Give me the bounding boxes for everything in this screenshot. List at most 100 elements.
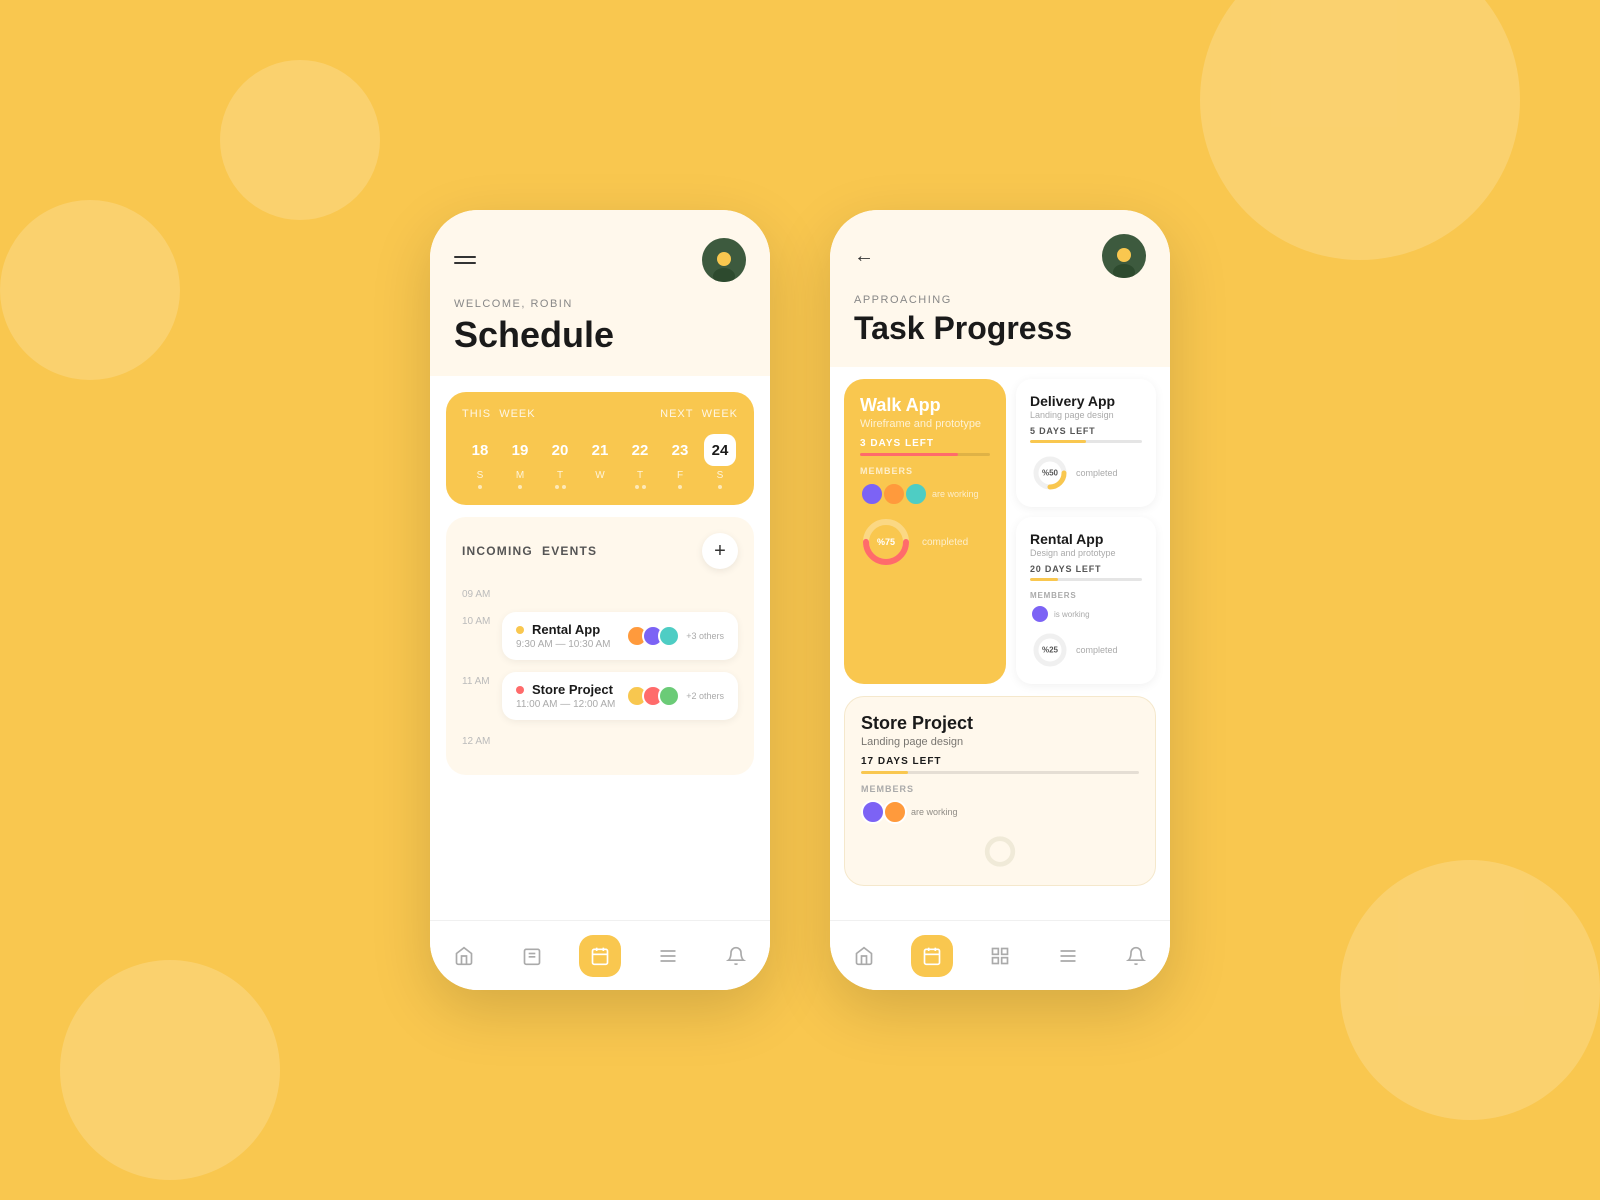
next-week-tab[interactable]: NEXT WEEK (660, 408, 738, 420)
task-nav-grid[interactable] (979, 935, 1021, 977)
week-label-1: WEEK (499, 408, 535, 420)
day-num-20: 20 (544, 434, 576, 466)
task-home-icon (843, 935, 885, 977)
delivery-donut: %50 (1030, 453, 1070, 493)
rental-app-info: Rental App 9:30 AM — 10:30 AM (516, 622, 611, 650)
day-20[interactable]: 20 T (542, 434, 578, 489)
delivery-completed: completed (1076, 468, 1118, 478)
task-user-avatar[interactable] (1102, 234, 1146, 278)
time-12am: 12 AM (462, 732, 502, 747)
store-project-card[interactable]: Store Project Landing page design 17 DAY… (844, 696, 1156, 886)
nav-home[interactable] (443, 935, 485, 977)
hamburger-menu[interactable] (454, 256, 476, 264)
store-project-time: 11:00 AM — 12:00 AM (516, 699, 615, 710)
add-event-button[interactable]: + (702, 533, 738, 569)
walk-member-3 (904, 482, 928, 506)
walk-donut: %75 (860, 516, 912, 568)
store-dot (516, 686, 524, 694)
task-nav-menu[interactable] (1047, 935, 1089, 977)
delivery-progress-bar (1030, 440, 1142, 443)
this-week-tab[interactable]: THIS WEEK (462, 408, 536, 420)
day-dot-22b (642, 485, 646, 489)
day-label-24: S (717, 470, 724, 481)
rental-app-task-card[interactable]: Rental App Design and prototype 20 DAYS … (1016, 517, 1156, 684)
store-partial-donut (861, 834, 1139, 869)
task-progress-title: Task Progress (854, 310, 1146, 347)
rental-app-dot-title: Rental App (516, 622, 611, 637)
nav-list[interactable] (511, 935, 553, 977)
store-project-event[interactable]: Store Project 11:00 AM — 12:00 AM +2 oth… (502, 672, 738, 720)
delivery-progress-fill (1030, 440, 1086, 443)
rental-others: +3 others (686, 631, 724, 641)
rental-completed: completed (1076, 645, 1118, 655)
task-bottom-nav (830, 920, 1170, 990)
nav-calendar[interactable] (579, 935, 621, 977)
user-avatar[interactable] (702, 238, 746, 282)
welcome-text: WELCOME, ROBIN (454, 298, 746, 310)
screens-container: WELCOME, ROBIN Schedule THIS WEEK NEXT W… (430, 210, 1170, 990)
store-others: +2 others (686, 691, 724, 701)
day-23[interactable]: 23 F (662, 434, 698, 489)
walk-app-card[interactable]: Walk App Wireframe and prototype 3 DAYS … (844, 379, 1006, 684)
day-dot-22a (635, 485, 639, 489)
time-slot-09am: 09 AM (462, 585, 738, 600)
store-avatar-3 (658, 685, 680, 707)
time-slot-11am: 11 AM Store Project 11:00 AM — 12:00 AM (462, 672, 738, 720)
delivery-app-card[interactable]: Delivery App Landing page design 5 DAYS … (1016, 379, 1156, 507)
walk-app-members-label: MEMBERS (860, 466, 990, 476)
day-dot-18 (478, 485, 482, 489)
rental-app-event[interactable]: Rental App 9:30 AM — 10:30 AM +3 others (502, 612, 738, 660)
store-working-text: are working (911, 807, 958, 817)
days-row: 18 S 19 M 20 T 2 (462, 434, 738, 489)
store-dot-title: Store Project (516, 682, 615, 697)
store-members-label: MEMBERS (861, 784, 1139, 794)
day-24[interactable]: 24 S (702, 434, 738, 489)
delivery-app-name: Delivery App (1030, 393, 1142, 409)
schedule-top-row (454, 238, 746, 282)
approaching-label: APPROACHING (854, 294, 1146, 306)
time-10am: 10 AM (462, 612, 502, 627)
store-progress-fill (861, 771, 908, 774)
back-button[interactable]: ← (854, 245, 874, 268)
task-top-row: ← (854, 234, 1146, 278)
day-21[interactable]: 21 W (582, 434, 618, 489)
store-project-days: 17 DAYS LEFT (861, 756, 1139, 767)
store-project-task-sub: Landing page design (861, 736, 1139, 748)
rental-app-task-name: Rental App (1030, 531, 1142, 547)
day-19[interactable]: 19 M (502, 434, 538, 489)
rental-donut-row: %25 completed (1030, 630, 1142, 670)
rental-donut-label: %25 (1042, 646, 1058, 655)
store-members-row: are working (861, 800, 1139, 824)
task-nav-bell[interactable] (1115, 935, 1157, 977)
hamburger-line-2 (454, 262, 476, 264)
day-num-23: 23 (664, 434, 696, 466)
nav-bell[interactable] (715, 935, 757, 977)
task-calendar-icon (911, 935, 953, 977)
day-num-21: 21 (584, 434, 616, 466)
walk-donut-label: %75 (877, 537, 895, 547)
bg-decoration-5 (220, 60, 380, 220)
day-dot-20b (562, 485, 566, 489)
time-11am: 11 AM (462, 672, 502, 687)
task-nav-calendar[interactable] (911, 935, 953, 977)
task-progress-phone: ← APPROACHING Task Progress Walk App Wir (830, 210, 1170, 990)
day-dot-23 (678, 485, 682, 489)
events-title: INCOMING EVENTS (462, 544, 597, 558)
walk-completed-text: completed (922, 537, 968, 548)
day-22[interactable]: 22 T (622, 434, 658, 489)
day-18[interactable]: 18 S (462, 434, 498, 489)
day-label-20: T (557, 470, 563, 481)
day-num-18: 18 (464, 434, 496, 466)
task-nav-home[interactable] (843, 935, 885, 977)
rental-working-text: is working (1054, 610, 1090, 619)
week-card: THIS WEEK NEXT WEEK 18 S 19 M (446, 392, 754, 505)
schedule-bottom-nav (430, 920, 770, 990)
day-num-24: 24 (704, 434, 736, 466)
walk-app-progress-bar (860, 453, 990, 456)
rental-app-name: Rental App (532, 622, 600, 637)
bg-decoration-1 (1200, 0, 1520, 260)
menu-icon (647, 935, 689, 977)
walk-member-2 (882, 482, 906, 506)
rental-progress-bar (1030, 578, 1142, 581)
nav-menu[interactable] (647, 935, 689, 977)
